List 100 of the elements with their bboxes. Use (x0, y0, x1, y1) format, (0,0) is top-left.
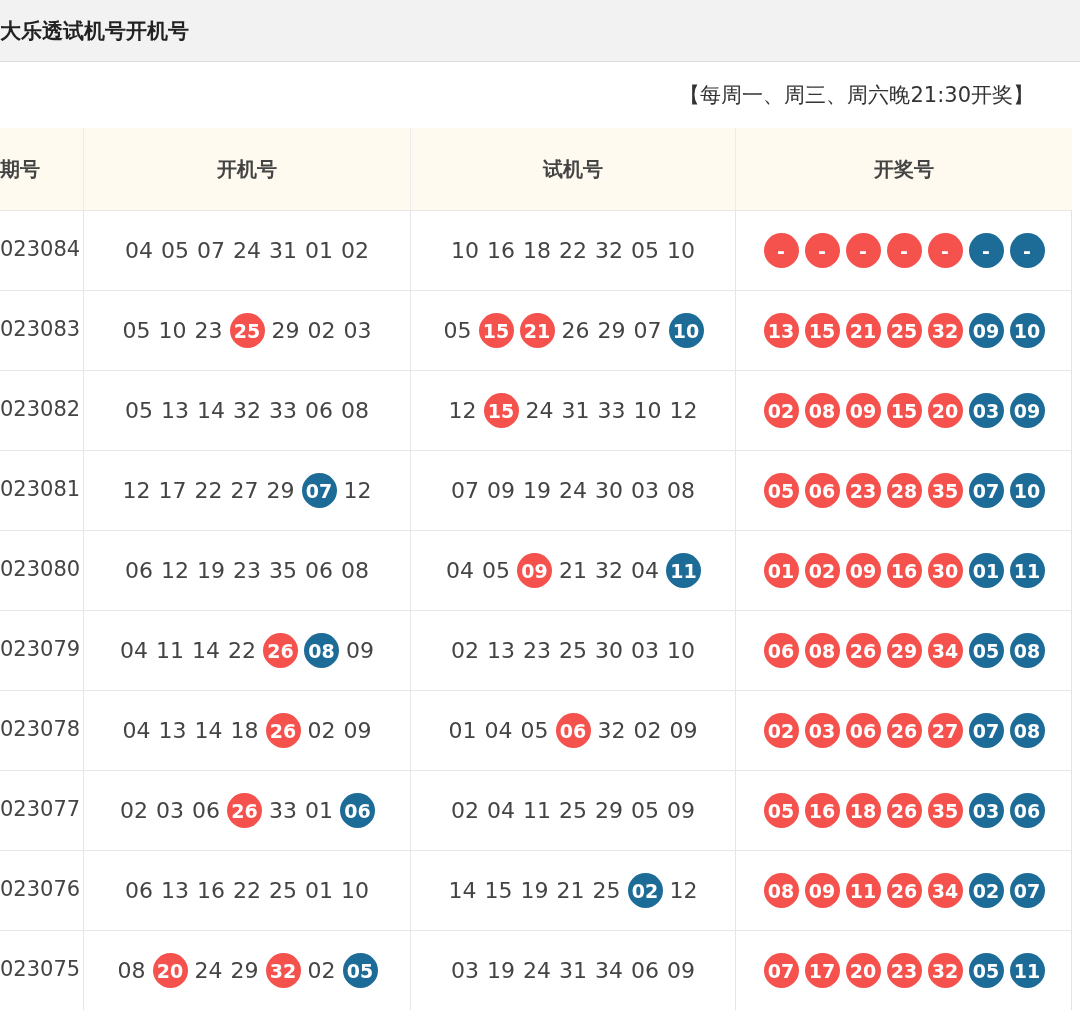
front-number-ball: 11 (845, 873, 881, 908)
number-text: 25 (591, 878, 622, 903)
number-text: 13 (157, 718, 188, 743)
back-number-ball: 07 (1009, 873, 1045, 908)
number-text: 05 (442, 318, 473, 343)
number-text: 19 (196, 558, 226, 583)
front-number-ball: 07 (763, 953, 799, 988)
number-text: 09 (668, 718, 699, 743)
number-text: 23 (232, 558, 262, 583)
number-text: 01 (304, 238, 334, 263)
front-number-ball: 21 (845, 313, 881, 348)
number-text: 11 (155, 638, 185, 663)
number-text: 06 (304, 558, 334, 583)
number-text: 08 (340, 398, 370, 423)
front-number-ball: 29 (886, 633, 922, 668)
number-text: 02 (306, 958, 337, 983)
period-number: 023078 (0, 717, 81, 741)
number-text: 10 (666, 238, 696, 263)
front-number-ball: 06 (555, 713, 591, 748)
back-number-ball: 10 (1009, 313, 1045, 348)
period-number: 023077 (0, 797, 81, 821)
number-text: 29 (594, 798, 624, 823)
number-text: 10 (632, 398, 663, 423)
front-number-ball: 09 (845, 553, 881, 588)
number-text: 32 (596, 718, 627, 743)
number-text: 15 (483, 878, 514, 903)
back-number-ball: 07 (968, 713, 1004, 748)
page-title: 大乐透试机号开机号 (0, 17, 189, 45)
number-text: 31 (268, 238, 298, 263)
number-text: 12 (342, 478, 373, 503)
front-number-ball: 06 (845, 713, 881, 748)
number-text: 22 (558, 238, 588, 263)
front-number-ball: 18 (845, 793, 881, 828)
front-number-ball: 09 (845, 393, 881, 428)
front-number-ball: 32 (927, 313, 963, 348)
front-number-ball: - (927, 233, 963, 268)
back-number-ball: 06 (340, 793, 375, 828)
number-text: 33 (596, 398, 627, 423)
front-number-ball: 03 (804, 713, 840, 748)
number-text: 05 (519, 718, 550, 743)
front-number-ball: 26 (845, 633, 881, 668)
number-text: 31 (558, 958, 588, 983)
period-number: 023083 (0, 317, 81, 341)
period-number: 023079 (0, 637, 81, 661)
front-number-ball: 35 (927, 793, 963, 828)
number-text: 02 (340, 238, 370, 263)
back-number-ball: 10 (1009, 473, 1045, 508)
back-number-ball: 08 (1009, 713, 1045, 748)
number-text: 17 (157, 478, 188, 503)
number-text: 01 (304, 878, 334, 903)
front-number-ball: 26 (886, 793, 922, 828)
front-number-ball: 30 (927, 553, 963, 588)
number-text: 31 (560, 398, 591, 423)
back-number-ball: 08 (1009, 633, 1045, 668)
number-text: 22 (227, 638, 257, 663)
number-text: 02 (632, 718, 663, 743)
period-number: 023076 (0, 877, 81, 901)
number-text: 19 (522, 478, 552, 503)
front-number-ball: 35 (927, 473, 963, 508)
number-text: 02 (450, 798, 480, 823)
number-text: 27 (229, 478, 260, 503)
number-text: 14 (447, 878, 478, 903)
front-number-ball: - (886, 233, 922, 268)
back-number-ball: 08 (304, 633, 339, 668)
number-text: 21 (555, 878, 586, 903)
front-number-ball: 15 (483, 393, 519, 428)
front-number-ball: 17 (804, 953, 840, 988)
number-text: 25 (558, 638, 588, 663)
number-text: 06 (191, 798, 221, 823)
number-text: 22 (232, 878, 262, 903)
number-text: 10 (340, 878, 370, 903)
draw-schedule-note: 【每周一、周三、周六晚21:30开奖】 (679, 82, 1034, 109)
number-text: 04 (445, 558, 475, 583)
number-text: 24 (522, 958, 552, 983)
number-text: 18 (522, 238, 552, 263)
number-text: 05 (630, 798, 660, 823)
number-text: 25 (268, 878, 298, 903)
number-text: 03 (450, 958, 480, 983)
back-number-ball: 03 (968, 393, 1004, 428)
number-text: 08 (340, 558, 370, 583)
number-text: 10 (157, 318, 188, 343)
number-text: 02 (119, 798, 149, 823)
number-text: 13 (160, 398, 190, 423)
number-text: 02 (306, 318, 337, 343)
number-text: 32 (232, 398, 262, 423)
back-number-ball: - (968, 233, 1004, 268)
number-text: 04 (119, 638, 149, 663)
number-text: 29 (270, 318, 301, 343)
number-text: 33 (268, 398, 298, 423)
number-text: 14 (193, 718, 224, 743)
number-text: 34 (594, 958, 624, 983)
number-text: 25 (558, 798, 588, 823)
front-number-ball: 32 (265, 953, 301, 988)
front-number-ball: 15 (478, 313, 514, 348)
front-number-ball: 16 (804, 793, 840, 828)
front-number-ball: 20 (927, 393, 963, 428)
front-number-ball: 02 (763, 393, 799, 428)
column-header: 期号 (0, 128, 83, 210)
number-text: 12 (668, 398, 699, 423)
front-number-ball: - (763, 233, 799, 268)
